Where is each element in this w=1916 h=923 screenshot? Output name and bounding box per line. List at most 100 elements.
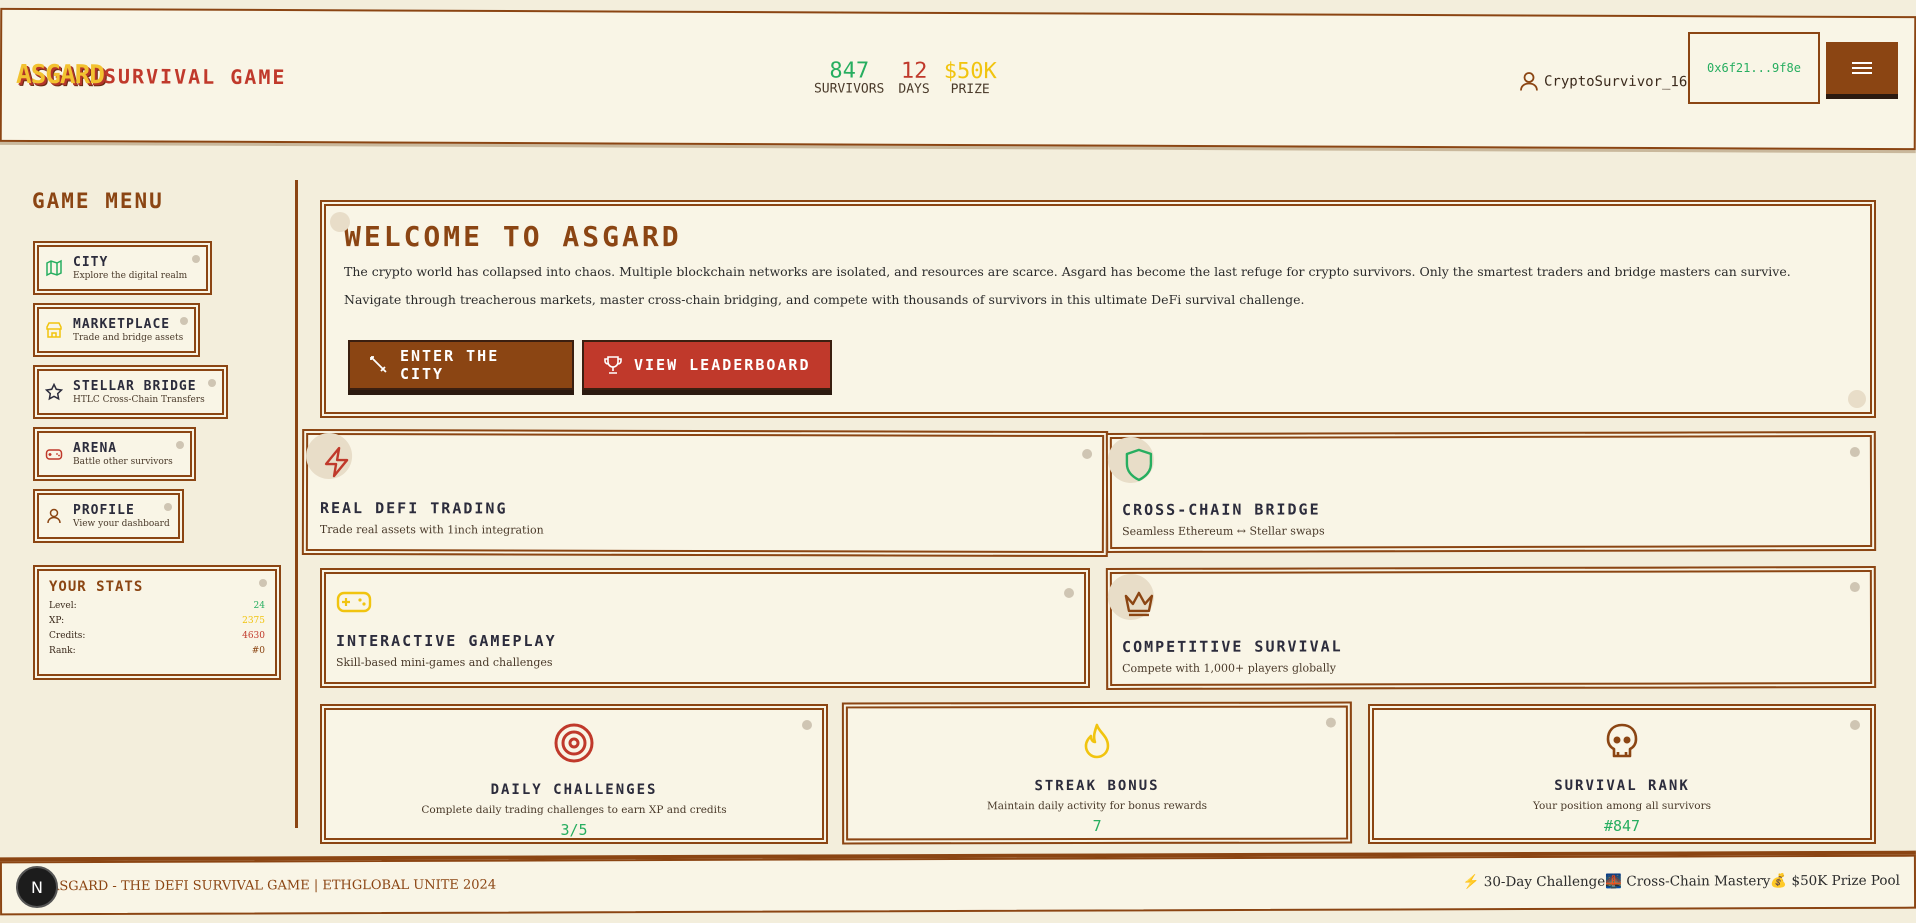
user-icon bbox=[47, 508, 61, 524]
view-leaderboard-button[interactable]: VIEW LEADERBOARD bbox=[582, 340, 832, 390]
corner-dot bbox=[1064, 588, 1074, 598]
sidebar-divider bbox=[295, 180, 298, 828]
stat-days: 12 DAYS bbox=[898, 59, 929, 97]
stats-label: Rank: bbox=[49, 646, 76, 656]
sidebar-item-stellar-bridge[interactable]: STELLAR BRIDGE HTLC Cross-Chain Transfers bbox=[33, 365, 228, 419]
button-label: ENTER THE CITY bbox=[399, 347, 500, 383]
nav-title: STELLAR BRIDGE bbox=[73, 379, 197, 394]
welcome-title: WELCOME TO ASGARD bbox=[344, 220, 682, 253]
stat-value: 12 bbox=[900, 58, 928, 84]
stats-row-xp: XP: 2375 bbox=[49, 616, 265, 631]
gamepad-icon bbox=[45, 449, 63, 460]
feature-card-cross-chain-bridge[interactable]: CROSS-CHAIN BRIDGE Seamless Ethereum ↔ St… bbox=[1105, 430, 1877, 554]
challenge-card-daily[interactable]: DAILY CHALLENGES Complete daily trading … bbox=[320, 704, 828, 844]
corner-dot bbox=[1325, 717, 1336, 728]
crown-icon bbox=[1124, 591, 1154, 617]
user-info[interactable]: CryptoSurvivor_168 bbox=[1520, 71, 1696, 92]
stats-label: XP: bbox=[49, 616, 65, 626]
challenge-title: STREAK BONUS bbox=[1034, 777, 1160, 795]
nav-desc: HTLC Cross-Chain Transfers bbox=[73, 395, 205, 405]
feature-card-defi-trading[interactable]: REAL DEFI TRADING Trade real assets with … bbox=[301, 428, 1109, 558]
footer-highlights: ⚡ 30-Day Challenge🌉 Cross-Chain Mastery💰… bbox=[1462, 872, 1901, 891]
corner-dot bbox=[1082, 448, 1093, 460]
star-icon bbox=[45, 383, 63, 401]
feature-desc: Trade real assets with 1inch integration bbox=[319, 522, 544, 537]
logo: ASGARD bbox=[15, 59, 104, 91]
target-icon bbox=[554, 723, 594, 763]
challenge-card-survival-rank[interactable]: SURVIVAL RANK Your position among all su… bbox=[1368, 704, 1876, 844]
corner-dot bbox=[259, 579, 267, 587]
stats-row-rank: Rank: #0 bbox=[49, 646, 265, 661]
sidebar-item-city[interactable]: CITY Explore the digital realm bbox=[33, 241, 212, 295]
challenge-desc: Maintain daily activity for bonus reward… bbox=[987, 799, 1208, 813]
corner-dot bbox=[192, 255, 200, 263]
feature-desc: Skill-based mini-games and challenges bbox=[336, 656, 553, 669]
footer: ASGARD - THE DEFI SURVIVAL GAME | ETHGLO… bbox=[0, 854, 1916, 916]
challenge-card-streak[interactable]: STREAK BONUS Maintain daily activity for… bbox=[841, 701, 1353, 845]
button-label: VIEW LEADERBOARD bbox=[634, 356, 811, 374]
feature-card-competitive-survival[interactable]: COMPETITIVE SURVIVAL Compete with 1,000+ … bbox=[1105, 565, 1877, 691]
corner-dot bbox=[164, 503, 172, 511]
stat-prize: $50K PRIZE bbox=[944, 59, 997, 97]
stats-label: Level: bbox=[49, 601, 77, 611]
challenge-value: 7 bbox=[1092, 816, 1102, 836]
dev-tools-badge[interactable]: N bbox=[16, 866, 58, 908]
corner-dot bbox=[1849, 447, 1860, 458]
stat-survivors: 847 SURVIVORS bbox=[814, 58, 885, 96]
trophy-icon bbox=[604, 356, 622, 374]
stat-value: $50K bbox=[943, 58, 997, 85]
stat-label: DAYS bbox=[898, 81, 930, 97]
stat-label: SURVIVORS bbox=[813, 81, 885, 97]
your-stats-panel: YOUR STATS Level: 24 XP: 2375 Credits: 4630… bbox=[33, 565, 281, 680]
lightning-icon bbox=[324, 446, 349, 478]
skull-icon bbox=[1606, 723, 1638, 758]
sidebar-title: GAME MENU bbox=[32, 189, 164, 213]
corner-dot bbox=[176, 441, 184, 449]
challenge-title: SURVIVAL RANK bbox=[1554, 778, 1690, 794]
stats-title: YOUR STATS bbox=[49, 579, 144, 595]
nav-desc: Explore the digital realm bbox=[73, 271, 188, 281]
flame-icon bbox=[1084, 723, 1110, 759]
gamepad-icon bbox=[336, 591, 372, 613]
feature-card-interactive-gameplay[interactable]: INTERACTIVE GAMEPLAY Skill-based mini-gam… bbox=[320, 568, 1090, 688]
feature-desc: Seamless Ethereum ↔ Stellar swaps bbox=[1122, 524, 1325, 538]
nav-title: MARKETPLACE bbox=[73, 317, 171, 332]
stats-value: #0 bbox=[251, 646, 265, 656]
welcome-intro: The crypto world has collapsed into chao… bbox=[344, 264, 1791, 279]
nav-title: PROFILE bbox=[73, 503, 135, 518]
feature-title: COMPETITIVE SURVIVAL bbox=[1122, 637, 1343, 656]
corner-dot bbox=[1848, 390, 1866, 408]
sword-icon bbox=[370, 356, 387, 373]
map-icon bbox=[46, 259, 62, 277]
brand-subtitle: SURVIVAL GAME bbox=[103, 64, 287, 90]
nav-title: ARENA bbox=[73, 441, 118, 456]
challenge-value: #847 bbox=[1603, 817, 1641, 835]
menu-button[interactable] bbox=[1826, 42, 1898, 94]
hamburger-icon bbox=[1852, 59, 1872, 77]
corner-dot bbox=[208, 379, 216, 387]
top-header: ASGARD SURVIVAL GAME 847 SURVIVORS 12 DA… bbox=[0, 7, 1916, 151]
stats-label: Credits: bbox=[49, 631, 86, 641]
sidebar-item-profile[interactable]: PROFILE View your dashboard bbox=[33, 489, 184, 543]
shield-icon bbox=[1125, 448, 1153, 482]
corner-dot bbox=[180, 317, 188, 325]
nav-desc: Trade and bridge assets bbox=[73, 333, 184, 343]
corner-dot bbox=[1849, 582, 1860, 593]
game-stats: 847 SURVIVORS 12 DAYS $50K PRIZE bbox=[814, 58, 997, 97]
sidebar-item-arena[interactable]: ARENA Battle other survivors bbox=[33, 427, 196, 481]
corner-dot bbox=[1850, 720, 1860, 730]
store-icon bbox=[46, 322, 62, 338]
challenge-title: DAILY CHALLENGES bbox=[490, 782, 658, 798]
wallet-button[interactable]: 0x6f21...9f8e bbox=[1688, 32, 1820, 104]
enter-city-button[interactable]: ENTER THE CITY bbox=[348, 340, 574, 390]
stats-row-credits: Credits: 4630 bbox=[49, 631, 265, 646]
user-icon bbox=[1520, 72, 1538, 91]
corner-dot bbox=[802, 720, 812, 730]
nav-desc: View your dashboard bbox=[73, 519, 170, 529]
stats-value: 24 bbox=[253, 601, 265, 611]
corner-dot bbox=[330, 212, 350, 232]
stats-row-level: Level: 24 bbox=[49, 601, 265, 616]
feature-desc: Compete with 1,000+ players globally bbox=[1122, 661, 1336, 675]
brand[interactable]: ASGARD SURVIVAL GAME bbox=[16, 60, 287, 91]
sidebar-item-marketplace[interactable]: MARKETPLACE Trade and bridge assets bbox=[33, 303, 200, 357]
